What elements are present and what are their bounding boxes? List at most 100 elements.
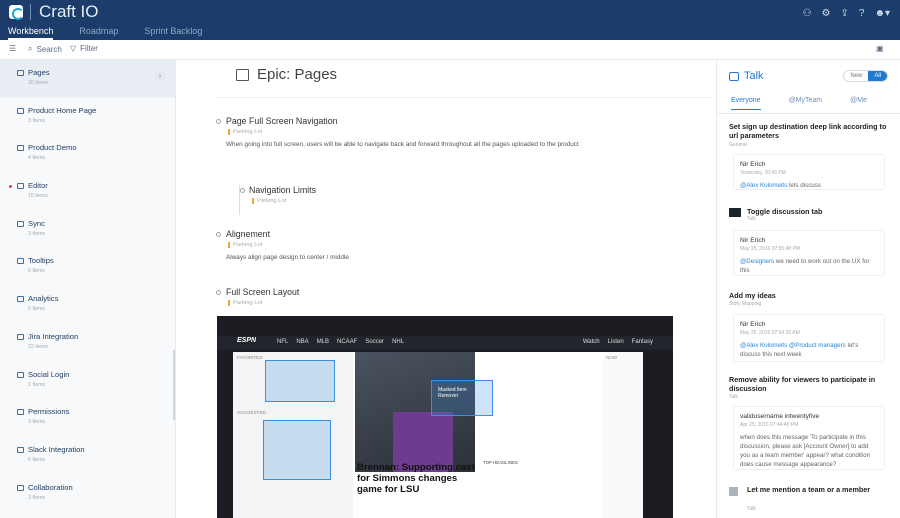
message-body: lets discuss [787, 182, 821, 189]
node-title[interactable]: Full Screen Layout [226, 287, 636, 297]
user-icon[interactable]: ☻▾ [874, 8, 890, 19]
node-title[interactable]: Navigation Limits [249, 185, 540, 195]
headline: Brennan: Supporting cast for Simmons cha… [357, 462, 475, 495]
tab-everyone[interactable]: Everyone [731, 97, 761, 110]
message-author: Nir Erich [740, 237, 766, 244]
sidebar-item-product-home-page[interactable]: Product Home Page 3 Items [0, 98, 175, 136]
espn-nav-item: Watch [582, 339, 600, 345]
sidebar-item-label: Tooltips [28, 256, 54, 266]
toggle-all[interactable]: All [868, 71, 887, 81]
thread-title[interactable]: Set sign up destination deep link accord… [729, 122, 889, 140]
sidebar-item-tooltips[interactable]: Tooltips 6 Items [0, 248, 175, 286]
sidebar-item-analytics[interactable]: Analytics 5 Items [0, 286, 175, 324]
message-time: May 25, 2016 07:54:26 AM [740, 330, 800, 336]
tab-sprint-backlog[interactable]: Sprint Backlog [144, 26, 202, 40]
thread-title[interactable]: Remove ability for viewers to participat… [729, 375, 889, 393]
sidebar-item-sync[interactable]: Sync 3 Items [0, 211, 175, 249]
masked-item-box[interactable]: Masked Item Remover [431, 380, 493, 416]
message-card: validusername intwentyfive Apr 25, 2016 … [733, 406, 885, 470]
sidebar-item-label: Sync [28, 218, 45, 228]
node-title[interactable]: Page Full Screen Navigation [226, 116, 636, 126]
sidebar-item-editor[interactable]: Editor 10 Items [0, 173, 175, 211]
page-icon [17, 107, 24, 114]
tab-roadmap[interactable]: Roadmap [79, 26, 118, 40]
thread-thumbnail [729, 208, 741, 217]
sidebar-item-label: Analytics [28, 294, 59, 304]
page-icon [17, 446, 24, 453]
talk-header: Talk [729, 70, 764, 82]
main-content: Epic: Pages Page Full Screen Navigation … [176, 60, 716, 518]
tab-workbench[interactable]: Workbench [8, 26, 54, 40]
espn-nav-item: Fantasy [631, 339, 653, 345]
sidebar-item-count: 6 Items [28, 456, 46, 463]
settings-icon[interactable]: ⚙ [822, 8, 831, 19]
status-tag: Parking Lot [228, 129, 636, 135]
export-icon[interactable]: ⇪ [841, 8, 849, 19]
thread-title[interactable]: Let me mention a team or a member [747, 485, 877, 494]
sidebar-item-collaboration[interactable]: Collaboration 3 Items [0, 475, 175, 513]
tree-node[interactable]: Alignement Parking Lot Always align page… [216, 229, 636, 263]
help-icon[interactable]: ? [859, 8, 865, 19]
sidebar-item-social-login[interactable]: Social Login 1 Items [0, 362, 175, 400]
sidebar-item-jira-integration[interactable]: Jira Integration 22 Items [0, 324, 175, 362]
filter-icon: ▽ [70, 44, 77, 53]
chat-icon[interactable]: ▣ [876, 44, 884, 53]
page-icon [17, 409, 24, 416]
top-headlines-label: TOP HEADLINES [483, 460, 518, 465]
epic-title-text: Epic: Pages [257, 66, 338, 83]
sidebar-scrollbar[interactable] [173, 350, 175, 420]
divider [216, 97, 712, 98]
tree-node[interactable]: Full Screen Layout Parking Lot [216, 287, 636, 306]
sidebar-item-label: Pages [28, 68, 50, 77]
new-all-toggle[interactable]: New All [843, 70, 888, 82]
node-title[interactable]: Alignement [226, 229, 636, 239]
divider [717, 113, 900, 114]
divider [30, 4, 31, 20]
sidebar-item-label: Collaboration [28, 482, 73, 492]
page-icon [17, 296, 24, 303]
filter-button[interactable]: ▽ Filter [70, 44, 98, 53]
thread-title[interactable]: Toggle discussion tab [747, 207, 900, 216]
filter-label: Filter [80, 44, 98, 53]
mention[interactable]: @Alex Kolomeits @Product managers [740, 342, 846, 349]
mention[interactable]: @Alex Kolomeits [740, 182, 787, 189]
thread-subtitle: Talk [729, 394, 738, 400]
page-title: Epic: Pages [236, 66, 337, 83]
menu-icon[interactable]: ☰ [9, 44, 16, 53]
toolbar: ☰ ⌕ Search ▽ Filter ▣ [0, 40, 900, 60]
toggle-new[interactable]: New [844, 71, 868, 81]
page-icon [17, 220, 24, 227]
sidebar-item-count: 1 Items [28, 381, 46, 388]
thread-subtitle: Talk [747, 506, 756, 512]
espn-nav-item: Soccer [365, 339, 385, 345]
share-icon[interactable]: ⚇ [803, 8, 812, 19]
message-text: @Alex Kolomeits @Product managers let's … [740, 341, 878, 359]
espn-nav-item: NBA [296, 339, 309, 345]
espn-logo: ESPN [237, 337, 257, 344]
tree-node[interactable]: Navigation Limits Parking Lot [240, 185, 540, 204]
tree-node[interactable]: Page Full Screen Navigation Parking Lot … [216, 116, 636, 150]
sidebar: Pages 20 Items › Product Home Page 3 Items … [0, 60, 176, 518]
sidebar-item-count: 4 Items [28, 155, 46, 162]
search-button[interactable]: ⌕ Search [28, 44, 62, 54]
sidebar-item-product-demo[interactable]: Product Demo 4 Items [0, 135, 175, 173]
message-time: May 25, 2016 07:55:48 PM [740, 246, 801, 252]
thread-subtitle: Story Mapping [729, 301, 762, 307]
craft-logo-icon[interactable] [9, 5, 24, 20]
espn-nav-item: NCAAF [337, 339, 358, 345]
tab-my-team[interactable]: @MyTeam [789, 97, 823, 110]
sidebar-item-count: 22 Items [28, 343, 48, 350]
sidebar-item-pages[interactable]: Pages 20 Items › [0, 60, 175, 98]
sidebar-item-slack-integration[interactable]: Slack Integration 6 Items [0, 437, 175, 475]
thread-title[interactable]: Add my ideas [729, 291, 889, 300]
page-screenshot[interactable]: NFL NBA MLB NCAAF Soccer NHL ESPN Watch … [217, 316, 673, 518]
tab-me[interactable]: @Me [850, 97, 867, 110]
chevron-right-icon[interactable]: › [155, 72, 165, 82]
sidebar-item-permissions[interactable]: Permissions 3 Items [0, 399, 175, 437]
thread-subtitle: General [729, 142, 747, 148]
node-circle-icon [216, 290, 221, 295]
highlight-box[interactable] [265, 360, 335, 402]
now-panel: NOW [603, 352, 643, 518]
mention[interactable]: @Designers [740, 258, 774, 265]
highlight-box[interactable] [263, 420, 331, 480]
